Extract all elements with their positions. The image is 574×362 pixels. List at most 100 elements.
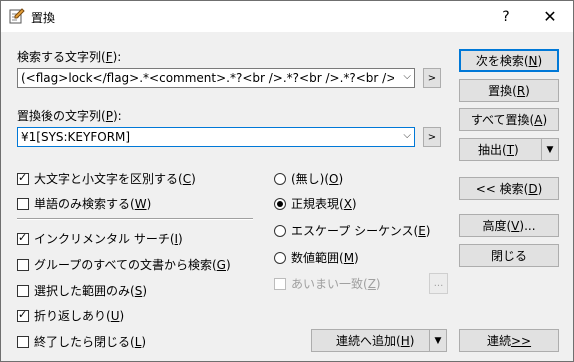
mode-none-radio[interactable]: (無し)(O) <box>274 170 343 187</box>
button-key: D <box>528 181 538 196</box>
search-expand-button[interactable]: > <box>423 68 441 88</box>
close-button[interactable]: 閉じる <box>459 244 559 267</box>
replace-button[interactable]: 置換(R) <box>459 79 559 102</box>
incremental-search-checkbox[interactable]: インクリメンタル サーチ(I) <box>17 230 183 247</box>
search-all-group-docs-checkbox[interactable]: グループのすべての文書から検索(G) <box>17 256 231 273</box>
search-label-end: ): <box>112 50 122 64</box>
checkbox-box[interactable] <box>17 197 29 210</box>
checkbox-box[interactable] <box>274 277 286 290</box>
replace-combobox[interactable]: ¥1[SYS:KEYFORM] ⌵ <box>17 127 415 147</box>
search-label-text: 検索する文字列( <box>17 50 106 64</box>
button-label-end: ) <box>409 333 415 348</box>
replace-expand-button[interactable]: > <box>423 127 441 147</box>
button-label: << 検索( <box>475 182 529 196</box>
help-button[interactable]: ? <box>483 1 529 32</box>
checkbox-label: 単語のみ検索する( <box>34 197 135 211</box>
button-label-end: ) <box>537 181 543 196</box>
fuzzy-options-button[interactable]: ... <box>429 273 448 294</box>
checkbox-label-end: ) <box>146 196 152 211</box>
checkbox-label-end: ) <box>375 276 381 291</box>
button-label-end: ) <box>514 142 519 157</box>
button-label: 閉じる <box>490 249 527 263</box>
checkbox-label-end: ) <box>119 308 125 323</box>
checkbox-key: Z <box>367 276 376 291</box>
selection-only-checkbox[interactable]: 選択した範囲のみ(S) <box>17 282 147 299</box>
replace-value: ¥1[SYS:KEYFORM] <box>21 130 131 144</box>
checkbox-key: W <box>134 196 147 211</box>
find-next-button[interactable]: 次を検索(N) <box>459 49 559 72</box>
radio-key: E <box>418 223 426 238</box>
button-label-end: )... <box>519 218 536 233</box>
button-label: 高度( <box>482 219 512 233</box>
checkbox-label: 終了したら閉じる( <box>34 335 135 349</box>
replace-dialog: 置換 ? ✕ 検索する文字列(F): (<flag>lock</flag>.*<… <box>0 0 574 362</box>
radio-key: X <box>343 196 352 211</box>
extract-split-button[interactable]: 抽出(T) ▼ <box>459 138 559 161</box>
checkbox-label: 選択した範囲のみ( <box>34 284 135 298</box>
checkbox-key: G <box>216 257 226 272</box>
radio-circle[interactable] <box>274 224 286 237</box>
checkbox-label: インクリメンタル サーチ( <box>34 232 175 246</box>
button-key: N <box>528 53 538 68</box>
checkbox-box[interactable] <box>17 171 29 185</box>
find-previous-button[interactable]: << 検索(D) <box>459 177 559 200</box>
dropdown-arrow-icon[interactable]: ▼ <box>429 330 446 351</box>
chevron-down-icon[interactable]: ⌵ <box>403 130 411 141</box>
checkbox-key: S <box>134 283 143 298</box>
search-combobox[interactable]: (<flag>lock</flag>.*<comment>.*?<br />.*… <box>17 68 415 88</box>
checkbox-label-end: ) <box>191 171 196 186</box>
replace-label: 置換後の文字列(P): <box>17 107 122 124</box>
batch-button[interactable]: 連続 >> <box>459 329 559 352</box>
search-label-key: F <box>105 50 113 64</box>
checkbox-label: 大文字と小文字を区別する( <box>34 172 183 186</box>
replace-label-text: 置換後の文字列( <box>17 109 106 123</box>
radio-label-end: ) <box>354 250 359 265</box>
button-key: A <box>534 112 543 127</box>
chevron-down-icon[interactable]: ⌵ <box>403 71 411 82</box>
button-key: >> <box>510 333 532 348</box>
mode-number-range-radio[interactable]: 数値範囲(M) <box>274 249 359 266</box>
add-to-batch-split-button[interactable]: 連続へ追加(H) ▼ <box>311 329 447 352</box>
button-label-end: ) <box>537 53 543 68</box>
checkbox-box[interactable] <box>17 308 29 322</box>
fuzzy-match-checkbox[interactable]: あいまい一致(Z) <box>274 275 381 292</box>
radio-label: エスケープ シーケンス( <box>291 224 419 238</box>
checkbox-box[interactable] <box>17 335 29 348</box>
radio-circle[interactable] <box>274 172 286 185</box>
radio-label: (無し)( <box>291 172 330 186</box>
button-key: T <box>506 142 515 157</box>
radio-circle[interactable] <box>274 197 286 210</box>
checkbox-box[interactable] <box>17 284 29 297</box>
radio-label-end: ) <box>425 223 431 238</box>
button-label: 抽出( <box>478 143 507 157</box>
mode-escape-radio[interactable]: エスケープ シーケンス(E) <box>274 222 430 239</box>
checkbox-box[interactable] <box>17 231 29 245</box>
separator <box>17 218 253 220</box>
close-window-button[interactable]: ✕ <box>527 1 573 32</box>
radio-circle[interactable] <box>274 251 286 264</box>
search-label: 検索する文字列(F): <box>17 48 121 65</box>
radio-label-end: ) <box>351 196 357 211</box>
advanced-button[interactable]: 高度(V)... <box>459 214 559 237</box>
close-when-done-checkbox[interactable]: 終了したら閉じる(L) <box>17 333 146 350</box>
checkbox-box[interactable] <box>17 258 29 271</box>
replace-label-key: P <box>105 109 113 123</box>
checkbox-label-end: ) <box>225 257 231 272</box>
button-label: 連続へ追加( <box>336 334 401 348</box>
checkbox-label: あいまい一致( <box>291 277 368 291</box>
button-label: 次を検索( <box>475 54 529 68</box>
mode-regex-radio[interactable]: 正規表現(X) <box>274 195 357 212</box>
checkbox-label-end: ) <box>141 334 147 349</box>
whole-word-checkbox[interactable]: 単語のみ検索する(W) <box>17 195 151 212</box>
checkbox-key: U <box>110 308 120 323</box>
wrap-around-checkbox[interactable]: 折り返しあり(U) <box>17 307 124 324</box>
radio-key: O <box>329 171 339 186</box>
button-label-end: ) <box>525 83 530 98</box>
window-title: 置換 <box>31 11 56 25</box>
case-sensitive-checkbox[interactable]: 大文字と小文字を区別する(C) <box>17 170 196 187</box>
search-value: (<flag>lock</flag>.*<comment>.*?<br />.*… <box>21 71 394 85</box>
dropdown-arrow-icon[interactable]: ▼ <box>541 139 558 160</box>
replace-all-button[interactable]: すべて置換(A) <box>459 108 559 131</box>
radio-label: 正規表現( <box>291 197 344 211</box>
button-key: R <box>516 83 526 98</box>
